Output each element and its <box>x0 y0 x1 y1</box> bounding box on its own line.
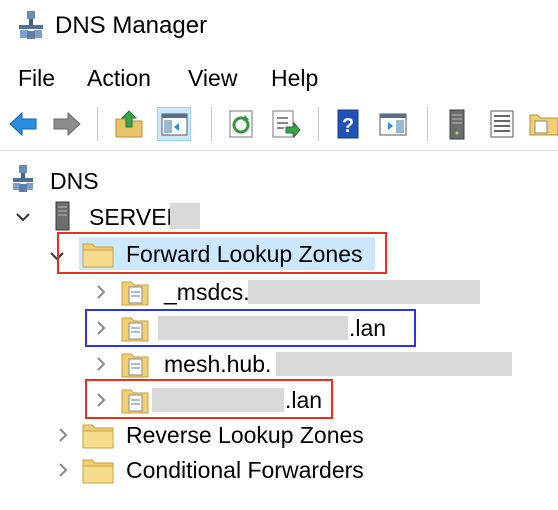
chevron-right-icon[interactable] <box>90 353 112 375</box>
toolbar-separator <box>97 107 98 141</box>
menu-bar: File Action View Help <box>0 60 558 96</box>
folder-icon <box>529 114 558 136</box>
help-button[interactable]: ? <box>331 107 365 141</box>
up-folder-icon <box>115 110 143 138</box>
toolbar-separator <box>211 107 212 141</box>
folder-icon <box>82 424 114 449</box>
svg-text:?: ? <box>342 115 354 137</box>
menu-action[interactable]: Action <box>87 64 151 92</box>
chevron-right-icon[interactable] <box>52 459 74 481</box>
server-icon <box>449 109 465 140</box>
export-list-icon <box>272 110 301 139</box>
redacted-zone-name <box>276 352 512 376</box>
toolbar-separator <box>318 107 319 141</box>
folder-button[interactable] <box>527 107 558 141</box>
red-highlight-box <box>57 232 387 274</box>
red-highlight-box <box>85 379 333 419</box>
tree-node-server[interactable]: SERVER <box>0 200 300 236</box>
refresh-icon <box>229 110 253 138</box>
redacted-zone-name <box>248 280 480 304</box>
refresh-button[interactable] <box>224 107 258 141</box>
console-tree[interactable]: DNS SERVER Forward Lookup Zones _msdcs. … <box>0 151 558 510</box>
help-icon: ? <box>337 109 359 139</box>
tree-label-reverse-lookup-zones: Reverse Lookup Zones <box>126 422 364 448</box>
server-button[interactable] <box>440 107 474 141</box>
zone-folder-icon <box>121 281 149 306</box>
chevron-right-icon[interactable] <box>90 281 112 303</box>
dns-icon <box>19 11 43 39</box>
show-action-pane-icon <box>379 113 407 136</box>
tree-label-dns: DNS <box>50 168 99 194</box>
zone-folder-icon <box>121 353 149 378</box>
toolbar: ? <box>0 100 558 150</box>
back-icon <box>9 111 37 137</box>
tree-node-dns[interactable]: DNS <box>0 164 300 200</box>
tree-node-conditional-forwarders[interactable]: Conditional Forwarders <box>0 453 400 489</box>
dns-icon <box>13 165 33 192</box>
export-list-button[interactable] <box>268 107 302 141</box>
menu-view[interactable]: View <box>188 64 237 92</box>
forward-icon <box>53 111 81 137</box>
chevron-right-icon[interactable] <box>52 424 74 446</box>
list-button[interactable] <box>485 107 519 141</box>
show-hide-console-tree-icon <box>161 113 188 136</box>
title-bar: DNS Manager <box>0 0 558 56</box>
tree-node-zone-msdcs[interactable]: _msdcs. <box>0 275 500 311</box>
tree-label-zone-msdcs: _msdcs. <box>164 279 250 305</box>
show-hide-console-tree-button[interactable] <box>157 107 191 141</box>
tree-node-zone-mesh-hub[interactable]: mesh.hub. <box>0 347 520 383</box>
folder-icon <box>82 459 114 484</box>
menu-file[interactable]: File <box>18 64 55 92</box>
up-one-level-button[interactable] <box>112 107 146 141</box>
chevron-down-icon[interactable] <box>12 206 34 228</box>
server-icon <box>55 201 70 231</box>
tree-label-zone-mesh-hub: mesh.hub. <box>164 351 272 377</box>
window-title: DNS Manager <box>55 12 208 39</box>
list-icon <box>490 110 514 138</box>
back-button[interactable] <box>6 107 40 141</box>
redacted-server-name <box>170 203 200 229</box>
forward-button[interactable] <box>50 107 84 141</box>
toolbar-separator <box>427 107 428 141</box>
tree-label-conditional-forwarders: Conditional Forwarders <box>126 457 364 483</box>
menu-help[interactable]: Help <box>271 64 318 92</box>
blue-highlight-box <box>85 309 416 347</box>
tree-node-reverse-lookup-zones[interactable]: Reverse Lookup Zones <box>0 418 400 454</box>
show-hide-action-pane-button[interactable] <box>376 107 410 141</box>
